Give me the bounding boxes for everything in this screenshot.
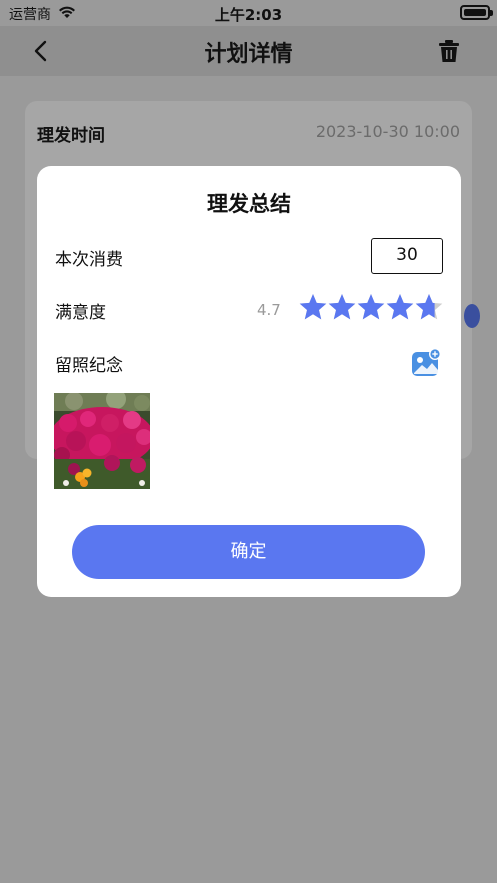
confirm-button[interactable]: 确定 (72, 525, 425, 579)
star-2[interactable] (328, 294, 356, 320)
summary-dialog: 理发总结 本次消费 30 满意度 4.7 留照纪念 确定 (37, 166, 461, 597)
haircut-time-label: 理发时间 (37, 126, 105, 146)
trash-icon[interactable] (436, 38, 462, 64)
rating-value: 4.7 (257, 301, 281, 319)
battery-icon (460, 5, 493, 20)
cost-input[interactable]: 30 (371, 238, 443, 274)
status-time: 上午2:03 (214, 6, 283, 24)
haircut-time-value: 2023-10-30 10:00 (315, 122, 460, 141)
page-title: 计划详情 (204, 42, 293, 67)
star-rating[interactable] (299, 293, 449, 323)
nav-bar: 计划详情 (0, 26, 497, 76)
photo-label: 留照纪念 (55, 356, 123, 376)
dialog-title: 理发总结 (207, 192, 291, 216)
star-3[interactable] (357, 294, 385, 320)
background-toggle (464, 304, 480, 328)
cost-label: 本次消费 (55, 250, 123, 270)
star-4[interactable] (386, 294, 414, 320)
satisfaction-label: 满意度 (55, 303, 106, 323)
star-1[interactable] (299, 294, 327, 320)
add-image-icon[interactable] (411, 348, 441, 378)
status-bar: 运营商 上午2:03 (0, 0, 497, 26)
memory-photo[interactable] (54, 393, 150, 489)
